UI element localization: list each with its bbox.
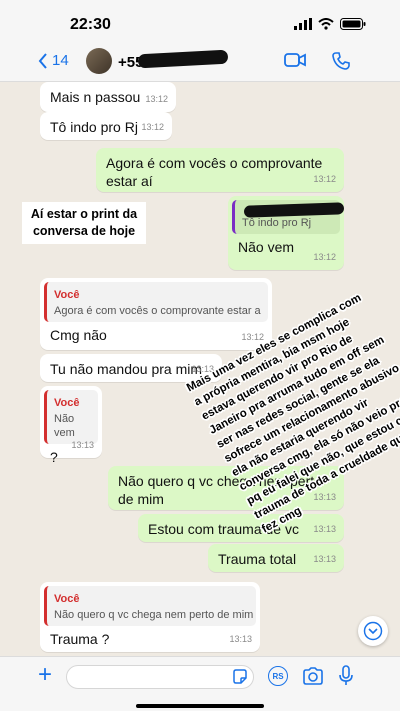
chevron-down-icon — [363, 621, 383, 641]
quoted-message[interactable]: Você Agora é com vocês o comprovante est… — [44, 282, 268, 322]
redaction-scribble — [137, 49, 229, 69]
message-incoming[interactable]: Você Agora é com vocês o comprovante est… — [40, 278, 272, 350]
message-outgoing[interactable]: Agora é com vocês o comprovante estar aí… — [96, 148, 344, 192]
camera-icon[interactable] — [302, 667, 324, 685]
message-outgoing[interactable]: Estou com trauma de vc 13:13 — [138, 514, 344, 542]
message-text: Agora é com vocês o comprovante estar aí — [106, 155, 323, 189]
message-time: 13:13 — [229, 634, 252, 644]
sticker-icon[interactable] — [232, 669, 248, 685]
unread-count: 14 — [52, 52, 69, 69]
chat-area[interactable]: Mais n passou 13:12 Tô indo pro Rj 13:12… — [0, 82, 400, 656]
message-text: Tu não mandou pra mim — [50, 361, 202, 377]
message-text: Não vem — [238, 239, 295, 255]
scroll-down-button[interactable] — [358, 616, 388, 646]
message-outgoing[interactable]: Trauma total 13:13 — [208, 544, 344, 572]
message-time: 13:13 — [313, 554, 336, 564]
microphone-icon[interactable] — [338, 665, 354, 687]
story-text-sticker: Aí estar o print da conversa de hoje — [22, 202, 146, 244]
message-time: 13:12 — [313, 174, 336, 184]
message-time: 13:12 — [145, 94, 168, 104]
chat-header: 14 +55 — [0, 46, 400, 82]
message-input-bar: + RS — [0, 656, 400, 711]
message-incoming[interactable]: Tô indo pro Rj 13:12 — [40, 112, 172, 140]
quoted-author: Você — [54, 289, 80, 301]
rs-icon[interactable]: RS — [268, 666, 288, 686]
message-incoming[interactable]: Você Não vem ? 13:13 — [40, 386, 102, 465]
plus-icon[interactable]: + — [38, 663, 52, 687]
input-actions: RS — [268, 665, 354, 687]
status-time: 22:30 — [70, 16, 111, 33]
home-indicator — [136, 704, 264, 708]
status-bar: 22:30 — [0, 0, 400, 46]
message-text: Trauma total — [218, 551, 297, 567]
message-text: Tô indo pro Rj — [50, 119, 138, 135]
back-chevron-icon — [38, 52, 47, 69]
message-text: ? — [50, 449, 58, 465]
signal-icon — [294, 18, 312, 30]
quoted-author: Você — [54, 397, 80, 409]
quoted-text: Não quero q vc chega nem perto de mim — [54, 609, 254, 621]
quoted-text: Tô indo pro Rj — [242, 217, 312, 229]
wifi-icon — [318, 18, 334, 30]
quoted-message[interactable]: Você Não quero q vc chega nem perto de m… — [44, 586, 256, 626]
message-time: 13:13 — [313, 524, 336, 534]
phone-icon[interactable] — [332, 52, 350, 70]
message-incoming[interactable]: Você Não quero q vc chega nem perto de m… — [40, 582, 260, 652]
quoted-author: Você — [54, 593, 80, 605]
message-time: 13:12 — [313, 252, 336, 262]
message-input[interactable] — [66, 665, 254, 689]
battery-icon — [340, 18, 366, 30]
message-incoming[interactable]: Mais n passou 13:12 — [40, 82, 176, 112]
status-icons — [294, 18, 366, 30]
message-text: Trauma ? — [50, 631, 110, 647]
header-actions — [284, 52, 350, 70]
message-time: 13:12 — [141, 122, 164, 132]
message-text: Mais n passou — [50, 89, 141, 105]
quoted-text: Agora é com vocês o comprovante estar aí — [54, 305, 261, 317]
message-time: 13:13 — [71, 440, 94, 450]
avatar[interactable] — [86, 48, 112, 74]
back-button[interactable]: 14 — [38, 52, 69, 69]
message-text: Cmg não — [50, 327, 107, 343]
video-call-icon[interactable] — [284, 52, 306, 68]
